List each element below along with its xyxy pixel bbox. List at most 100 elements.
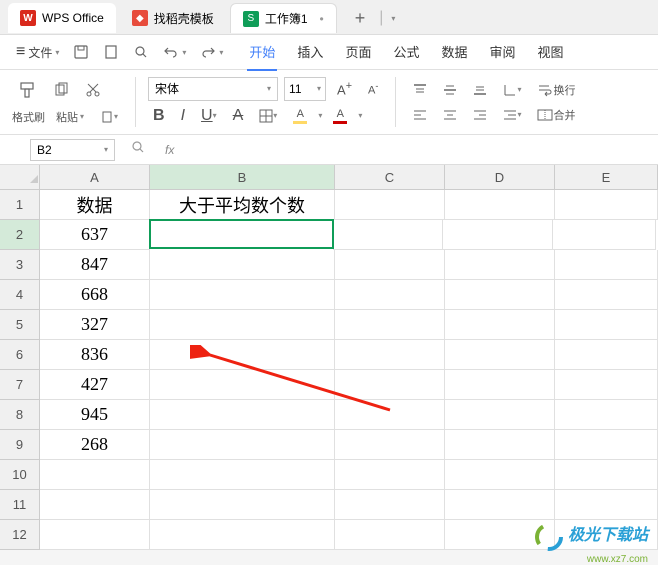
cell-a7[interactable]: 427 [40, 370, 150, 400]
cell-c12[interactable] [335, 520, 445, 550]
cell-b10[interactable] [150, 460, 335, 490]
cell-e4[interactable] [555, 280, 658, 310]
cell-c11[interactable] [335, 490, 445, 520]
format-painter-button[interactable] [12, 77, 42, 103]
cell-b4[interactable] [150, 280, 335, 310]
cell-d7[interactable] [445, 370, 555, 400]
cell-b11[interactable] [150, 490, 335, 520]
row-header-9[interactable]: 9 [0, 430, 40, 460]
cell-e3[interactable] [555, 250, 658, 280]
cell-d3[interactable] [445, 250, 555, 280]
font-name-select[interactable]: 宋体▾ [148, 77, 278, 101]
cell-c6[interactable] [335, 340, 445, 370]
border-button[interactable]: ▾ [254, 106, 282, 126]
cell-c4[interactable] [335, 280, 445, 310]
align-center-button[interactable] [438, 105, 462, 125]
tab-data[interactable]: 数据 [439, 34, 469, 71]
cell-d4[interactable] [445, 280, 555, 310]
cell-e5[interactable] [555, 310, 658, 340]
fx-label[interactable]: fx [165, 143, 174, 157]
cell-d9[interactable] [445, 430, 555, 460]
row-header-10[interactable]: 10 [0, 460, 40, 490]
tab-formula[interactable]: 公式 [391, 34, 421, 71]
merge-button[interactable]: 合并 [532, 104, 580, 126]
cell-e10[interactable] [555, 460, 658, 490]
zoom-icon[interactable] [131, 140, 145, 159]
strike-button[interactable]: A [228, 104, 249, 128]
select-all-corner[interactable] [0, 165, 40, 190]
cell-b6[interactable] [150, 340, 335, 370]
cell-a12[interactable] [40, 520, 150, 550]
cell-a6[interactable]: 836 [40, 340, 150, 370]
new-tab-button[interactable]: + [349, 8, 372, 29]
row-header-7[interactable]: 7 [0, 370, 40, 400]
name-box[interactable]: B2▾ [30, 139, 115, 161]
decrease-font-button[interactable]: A- [363, 78, 383, 100]
cell-a3[interactable]: 847 [40, 250, 150, 280]
cell-b3[interactable] [150, 250, 335, 280]
align-bottom-button[interactable] [468, 80, 492, 100]
cell-e12[interactable] [555, 520, 658, 550]
cell-a9[interactable]: 268 [40, 430, 150, 460]
chevron-down-icon[interactable]: ▾ [358, 111, 362, 120]
row-header-3[interactable]: 3 [0, 250, 40, 280]
qat-redo[interactable]: ▾ [194, 41, 229, 63]
cell-a1[interactable]: 数据 [40, 190, 150, 220]
cell-d8[interactable] [445, 400, 555, 430]
chevron-down-icon[interactable]: ▾ [318, 111, 322, 120]
cell-d5[interactable] [445, 310, 555, 340]
cell-c7[interactable] [335, 370, 445, 400]
tab-dropdown-icon[interactable]: ▾ [391, 14, 395, 23]
cell-c10[interactable] [335, 460, 445, 490]
cell-a10[interactable] [40, 460, 150, 490]
hamburger-menu[interactable]: ≡文件▾ [10, 40, 65, 64]
row-header-6[interactable]: 6 [0, 340, 40, 370]
cell-d10[interactable] [445, 460, 555, 490]
cell-a4[interactable]: 668 [40, 280, 150, 310]
qat-save[interactable] [67, 41, 95, 63]
align-right-button[interactable] [468, 105, 492, 125]
cell-c3[interactable] [335, 250, 445, 280]
col-header-c[interactable]: C [335, 165, 445, 190]
cell-e8[interactable] [555, 400, 658, 430]
cell-c2[interactable] [333, 220, 443, 250]
cell-e9[interactable] [555, 430, 658, 460]
row-header-12[interactable]: 12 [0, 520, 40, 550]
cut-button[interactable] [80, 79, 106, 101]
font-size-select[interactable]: 11▾ [284, 77, 326, 101]
font-color-button[interactable]: A [328, 105, 352, 127]
bold-button[interactable]: B [148, 104, 170, 128]
cell-a8[interactable]: 945 [40, 400, 150, 430]
tab-view[interactable]: 视图 [536, 34, 566, 71]
tab-page[interactable]: 页面 [343, 34, 373, 71]
cell-d12[interactable] [445, 520, 555, 550]
italic-button[interactable]: I [176, 104, 190, 128]
cell-d11[interactable] [445, 490, 555, 520]
tab-review[interactable]: 审阅 [487, 34, 517, 71]
qat-preview[interactable] [127, 41, 155, 63]
cell-e7[interactable] [555, 370, 658, 400]
cell-c5[interactable] [335, 310, 445, 340]
row-header-1[interactable]: 1 [0, 190, 40, 220]
row-header-8[interactable]: 8 [0, 400, 40, 430]
tab-insert[interactable]: 插入 [295, 34, 325, 71]
align-middle-button[interactable] [438, 80, 462, 100]
cell-e2[interactable] [553, 220, 656, 250]
col-header-b[interactable]: B [150, 165, 335, 190]
copy-button[interactable] [48, 79, 74, 101]
row-header-11[interactable]: 11 [0, 490, 40, 520]
qat-print[interactable] [97, 41, 125, 63]
cell-c8[interactable] [335, 400, 445, 430]
col-header-e[interactable]: E [555, 165, 658, 190]
cell-a5[interactable]: 327 [40, 310, 150, 340]
col-header-d[interactable]: D [445, 165, 555, 190]
cell-c1[interactable] [335, 190, 445, 220]
clipboard-launcher[interactable]: ▾ [95, 107, 123, 127]
app-tab-wps[interactable]: W WPS Office [8, 3, 116, 33]
cell-c9[interactable] [335, 430, 445, 460]
qat-undo[interactable]: ▾ [157, 41, 192, 63]
row-header-5[interactable]: 5 [0, 310, 40, 340]
row-header-4[interactable]: 4 [0, 280, 40, 310]
align-left-button[interactable] [408, 105, 432, 125]
cell-a2[interactable]: 637 [40, 220, 150, 250]
